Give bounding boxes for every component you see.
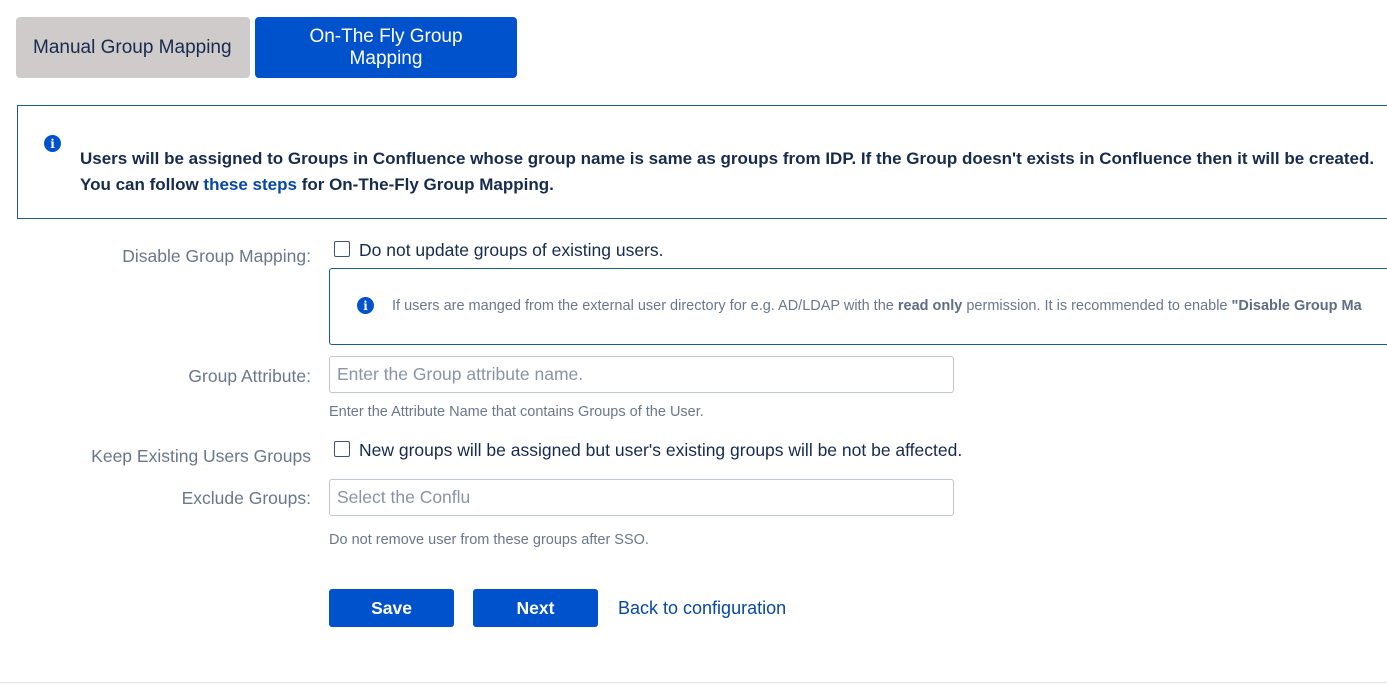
next-button[interactable]: Next xyxy=(473,589,598,627)
disable-group-mapping-note: i If users are manged from the external … xyxy=(329,268,1387,345)
keep-existing-groups-checkbox[interactable] xyxy=(334,441,350,457)
tab-manual-group-mapping[interactable]: Manual Group Mapping xyxy=(16,17,250,78)
note-prefix: If users are manged from the external us… xyxy=(392,298,898,314)
banner-line-1: Users will be assigned to Groups in Conf… xyxy=(80,149,1375,168)
note-text: If users are manged from the external us… xyxy=(392,298,1362,314)
keep-existing-groups-checkbox-label[interactable]: New groups will be assigned but user's e… xyxy=(359,440,962,461)
mapping-tabs: Manual Group Mapping On-The Fly Group Ma… xyxy=(16,17,517,78)
group-attribute-help: Enter the Attribute Name that contains G… xyxy=(329,404,704,420)
keep-existing-users-groups-label: Keep Existing Users Groups xyxy=(91,446,311,466)
info-icon: i xyxy=(44,135,61,152)
banner-line-2: You can follow these steps for On-The-Fl… xyxy=(80,172,1387,198)
info-icon: i xyxy=(357,297,374,314)
banner-text: Users will be assigned to Groups in Conf… xyxy=(80,146,1387,198)
group-attribute-input[interactable] xyxy=(329,356,954,393)
info-banner: i Users will be assigned to Groups in Co… xyxy=(17,105,1387,219)
tab-on-the-fly-group-mapping[interactable]: On-The Fly Group Mapping xyxy=(255,17,517,78)
note-read-only: read only xyxy=(897,298,963,314)
exclude-groups-help: Do not remove user from these groups aft… xyxy=(329,532,649,548)
group-attribute-label: Group Attribute: xyxy=(188,366,311,386)
note-disable-group-mapping: "Disable Group Ma xyxy=(1231,298,1362,314)
disable-group-mapping-checkbox[interactable] xyxy=(334,241,350,257)
disable-group-mapping-checkbox-label[interactable]: Do not update groups of existing users. xyxy=(359,240,664,261)
exclude-groups-label: Exclude Groups: xyxy=(181,488,311,508)
save-button[interactable]: Save xyxy=(329,589,454,627)
banner-line-2-prefix: You can follow xyxy=(80,175,204,194)
banner-line-2-suffix: for On-The-Fly Group Mapping. xyxy=(296,175,554,194)
note-middle: permission. It is recommended to enable xyxy=(962,298,1232,314)
back-to-configuration-link[interactable]: Back to configuration xyxy=(618,598,786,619)
exclude-groups-select[interactable] xyxy=(329,479,954,516)
divider xyxy=(0,682,1387,683)
these-steps-link[interactable]: these steps xyxy=(203,175,297,194)
disable-group-mapping-label: Disable Group Mapping: xyxy=(122,246,311,266)
group-mapping-page: Manual Group Mapping On-The Fly Group Ma… xyxy=(0,0,1387,684)
